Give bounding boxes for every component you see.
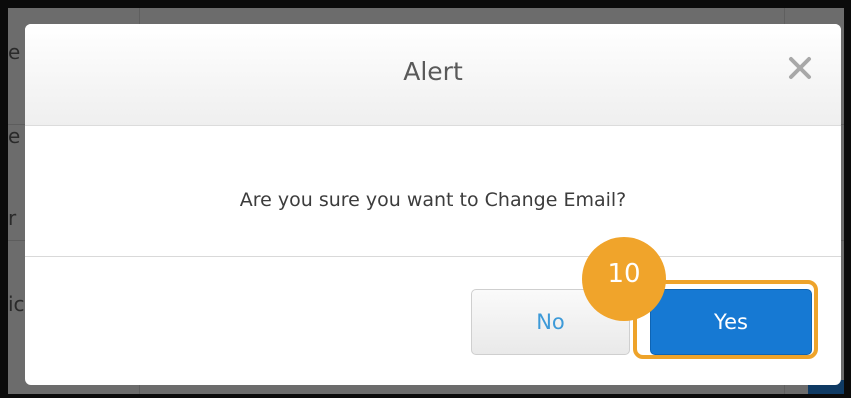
background-text-fragment: e bbox=[8, 124, 21, 148]
dialog-body: Are you sure you want to Change Email? bbox=[25, 126, 841, 257]
dialog-message: Are you sure you want to Change Email? bbox=[239, 189, 627, 211]
background-text-fragment: r bbox=[8, 206, 17, 230]
step-number-badge: 10 bbox=[582, 237, 666, 321]
dialog-title: Alert bbox=[403, 57, 463, 86]
background-text-fragment: ic bbox=[8, 292, 25, 316]
close-icon bbox=[789, 57, 811, 79]
close-button[interactable] bbox=[785, 53, 815, 83]
dialog-header: Alert bbox=[25, 24, 841, 126]
background-text-fragment: e bbox=[8, 40, 21, 64]
